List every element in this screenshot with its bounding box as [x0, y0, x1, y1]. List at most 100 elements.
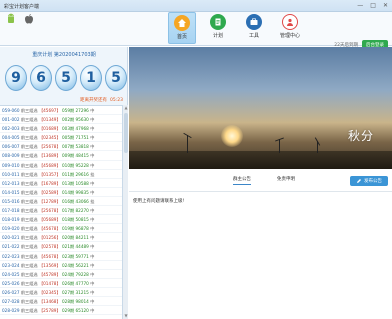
management-icon — [282, 14, 298, 30]
history-type: 前三组选 — [20, 153, 38, 159]
history-result: 011期 29616 — [62, 171, 89, 177]
number-ball: 6 — [30, 65, 52, 91]
history-status: 中 — [90, 244, 95, 250]
history-type: 前三组选 — [20, 198, 38, 204]
history-numbers: 【01256】 — [38, 235, 61, 241]
history-type: 前三组选 — [20, 271, 38, 277]
close-button[interactable]: ✕ — [383, 2, 388, 9]
number-ball: 5 — [55, 65, 77, 91]
history-scrollbar[interactable]: ▲ ▼ — [122, 105, 128, 319]
history-row: 018-019 前三组选 【05689】 018期 50815 中 — [0, 215, 122, 225]
history-numbers: 【13569】 — [38, 262, 61, 268]
number-ball: 5 — [105, 65, 127, 91]
history-row: 002-003 前三组选 【01689】 003期 47968 中 — [0, 124, 122, 134]
history-result: 017期 82270 — [62, 208, 89, 214]
history-type: 前三组选 — [20, 162, 38, 168]
history-period: 017-018 — [2, 208, 20, 214]
history-type: 前三组选 — [20, 298, 38, 304]
history-period: 019-020 — [2, 226, 20, 232]
history-result: 026期 47770 — [62, 280, 89, 286]
history-row: 022-023 前三组选 【45678】 023期 59771 中 — [0, 252, 122, 261]
history-status: 中 — [90, 226, 95, 232]
history-result: 013期 10588 — [62, 180, 89, 186]
history-type: 前三组选 — [20, 171, 38, 177]
history-row: 004-005 前三组选 【02345】 005期 71751 中 — [0, 133, 122, 143]
history-result: 059期 27296 — [62, 108, 89, 113]
home-icon — [174, 15, 190, 31]
landscape-ground — [129, 151, 392, 169]
post-announcement-label: 发布公告 — [364, 179, 382, 184]
history-numbers: 【02589】 — [38, 189, 61, 195]
history-numbers: 【45789】 — [38, 271, 61, 277]
title-bar: 彩宝计划客户端 — □ ✕ — [0, 0, 392, 12]
nav-home[interactable]: 首页 — [168, 12, 196, 44]
history-period: 059-060 — [2, 108, 20, 113]
number-balls: 9 6 5 1 5 — [5, 65, 127, 91]
history-period: 018-019 — [2, 217, 20, 223]
minimize-button[interactable]: — — [357, 2, 363, 9]
windmill — [187, 135, 188, 153]
history-result: 007期 53818 — [62, 144, 89, 150]
history-row: 001-002 前三组选 【01349】 002期 95630 中 — [0, 115, 122, 125]
history-status: 中 — [90, 289, 95, 295]
history-status: 中 — [90, 280, 95, 286]
history-numbers: 【02345】 — [38, 289, 61, 295]
nav-tools-label: 工具 — [248, 33, 259, 39]
history-period: 015-016 — [2, 198, 20, 204]
history-row: 059-060 前三组选 【45697】 059期 27296 中 — [0, 106, 122, 116]
apple-icon[interactable] — [23, 12, 35, 26]
history-period: 021-022 — [2, 244, 20, 250]
history-row: 025-026 前三组选 【01478】 026期 47770 中 — [0, 279, 122, 288]
history-row: 006-007 前三组选 【25678】 007期 53818 中 — [0, 142, 122, 152]
history-type: 前三组选 — [20, 108, 38, 113]
history-type: 前三组选 — [20, 308, 38, 314]
history-numbers: 【01689】 — [38, 126, 61, 132]
history-period: 023-024 — [2, 262, 20, 268]
scroll-thumb[interactable] — [124, 113, 128, 153]
history-row: 010-011 前三组选 【01357】 011期 29616 挂 — [0, 170, 122, 179]
history-result: 002期 95630 — [62, 117, 89, 123]
history-row: 021-022 前三组选 【02578】 021期 44489 中 — [0, 242, 122, 252]
history-numbers: 【45678】 — [38, 253, 61, 259]
history-type: 前三组选 — [20, 126, 38, 132]
edit-icon — [357, 179, 361, 183]
sun-glow — [221, 125, 243, 147]
history-row: 027-028 前三组选 【13468】 028期 98014 中 — [0, 297, 122, 307]
history-result: 024期 56221 — [62, 262, 89, 268]
history-row: 008-009 前三组选 【13689】 009期 48415 中 — [0, 151, 122, 161]
history-result: 020期 84211 — [62, 235, 89, 241]
number-ball: 9 — [5, 65, 27, 91]
tab-disclaimer[interactable]: 免责申明 — [277, 176, 295, 182]
maximize-button[interactable]: □ — [370, 2, 376, 9]
nav-tools[interactable]: 工具 — [240, 12, 268, 44]
countdown: 距离开奖还有 05:23 — [80, 97, 123, 103]
history-type: 前三组选 — [20, 262, 38, 268]
announcement-content: 使用上有问题请联系上级! — [129, 193, 392, 319]
history-status: 中 — [90, 153, 95, 159]
history-status: 中 — [90, 135, 95, 141]
nav-management-label: 管理中心 — [279, 33, 300, 39]
history-status: 中 — [90, 298, 95, 304]
history-period: 009-010 — [2, 162, 20, 168]
history-row: 014-015 前三组选 【02589】 014期 99835 中 — [0, 188, 122, 197]
history-type: 前三组选 — [20, 235, 38, 241]
number-ball: 1 — [80, 65, 102, 91]
nav-plan[interactable]: 计划 — [204, 12, 232, 44]
history-numbers: 【25678】 — [38, 144, 61, 150]
history-result: 010期 95228 — [62, 162, 89, 168]
tools-icon — [246, 14, 262, 30]
history-status: 中 — [90, 217, 95, 223]
history-result: 009期 48415 — [62, 153, 89, 159]
history-numbers: 【13689】 — [38, 153, 61, 159]
post-announcement-button[interactable]: 发布公告 — [350, 176, 388, 186]
history-list[interactable]: 059-060 前三组选 【45697】 059期 27296 中 001-002… — [0, 105, 122, 319]
tab-group-notice[interactable]: 群主公告 — [233, 176, 251, 185]
history-period: 010-011 — [2, 171, 20, 177]
window-controls: — □ ✕ — [357, 2, 388, 9]
nav-management[interactable]: 管理中心 — [276, 12, 304, 44]
history-row: 028-029 前三组选 【25789】 029期 65120 中 — [0, 306, 122, 316]
android-icon[interactable] — [5, 12, 17, 26]
history-row: 020-021 前三组选 【01256】 020期 84211 中 — [0, 233, 122, 243]
history-type: 前三组选 — [20, 180, 38, 186]
history-row: 024-025 前三组选 【45789】 024期 79228 中 — [0, 270, 122, 279]
